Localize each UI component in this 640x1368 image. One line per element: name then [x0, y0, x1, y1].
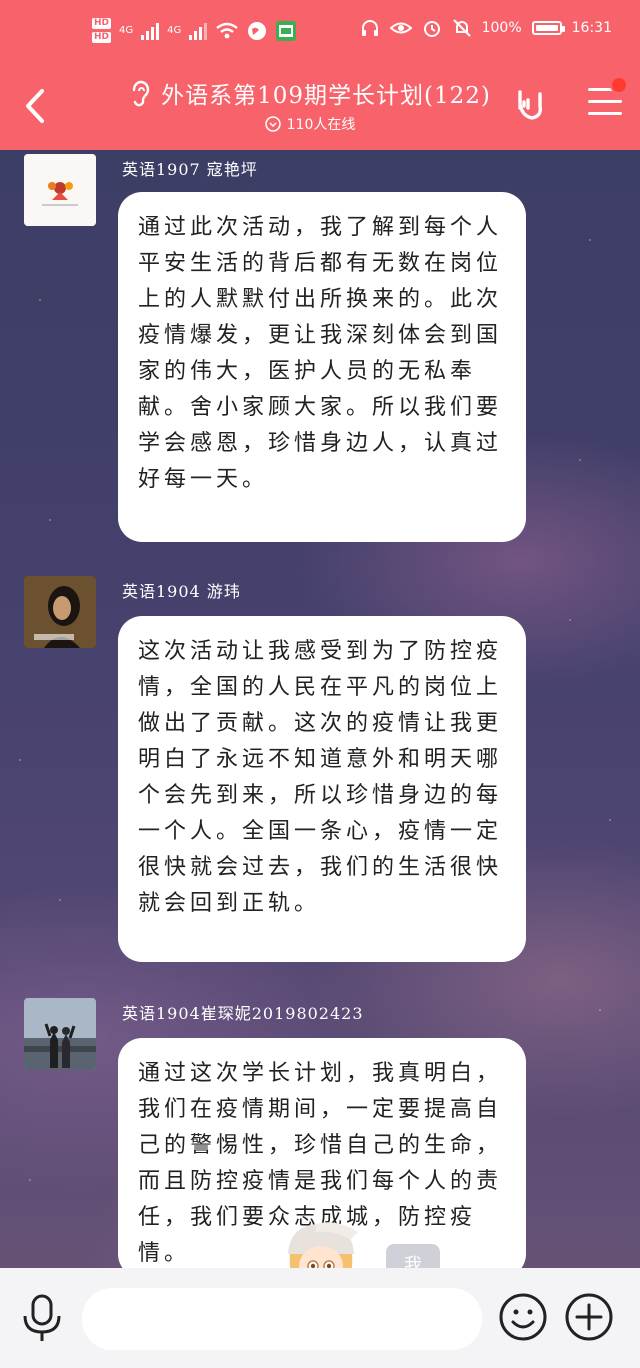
rock-hand-icon: [518, 90, 543, 120]
online-count: 110人在线: [110, 114, 510, 134]
title-bar: 外语系第109期学长计划(122) 110人在线: [0, 66, 640, 146]
headphone-icon: [361, 20, 378, 36]
clock: 16:31: [571, 20, 612, 36]
sender-name: 英语1904崔琛妮2019802423: [122, 1004, 364, 1023]
rock-hand-button[interactable]: [510, 86, 550, 126]
status-right: 100% 16:31: [360, 18, 612, 38]
sender-name: 英语1904 游玮: [122, 582, 241, 601]
chat-title-area[interactable]: 外语系第109期学长计划(122) 110人在线: [110, 76, 510, 134]
ear-icon: [132, 80, 150, 107]
more-button[interactable]: [564, 1292, 614, 1342]
mute-bell-icon: [452, 19, 471, 37]
microphone-icon: [23, 1294, 61, 1341]
avatar[interactable]: [24, 154, 96, 226]
voice-button[interactable]: [20, 1294, 64, 1344]
network-type-2: 4G: [167, 25, 182, 36]
status-left: HD HD 4G 4G: [92, 18, 297, 43]
avatar-photo-icon: [24, 576, 96, 648]
battery-percent: 100%: [481, 20, 522, 36]
input-bar: [0, 1268, 640, 1368]
app-notification-icon: [276, 20, 297, 41]
avatar[interactable]: [24, 998, 96, 1070]
header: HD HD 4G 4G 100% 16:31 外语系第109期学长计划(122)…: [0, 0, 640, 150]
signal-icon-2: [189, 22, 208, 40]
avatar-photo-icon: [24, 998, 96, 1070]
network-type-1: 4G: [119, 25, 134, 36]
status-bar: HD HD 4G 4G 100% 16:31: [0, 18, 640, 58]
message-bubble[interactable]: 通过此次活动，我了解到每个人平安生活的背后都有无数在岗位上的人默默付出所换来的。…: [118, 192, 526, 542]
plus-circle-icon: [565, 1293, 613, 1341]
emoji-button[interactable]: [498, 1292, 548, 1342]
alarm-icon: [423, 21, 440, 37]
sender-name: 英语1907 寇艳坪: [122, 160, 258, 179]
notification-dot: [610, 76, 628, 94]
hd-badge-2: HD: [92, 32, 112, 43]
wifi-icon: [216, 22, 239, 38]
message-bubble[interactable]: 这次活动让我感受到为了防控疫情，全国的人民在平凡的岗位上做出了贡献。这次的疫情让…: [118, 616, 526, 962]
avatar-cartoon-icon: [24, 154, 96, 226]
battery-icon: [531, 21, 565, 35]
hd-badge-1: HD: [92, 18, 112, 29]
smiley-icon: [499, 1293, 547, 1341]
eye-icon: [389, 22, 412, 34]
chat-title: 外语系第109期学长计划(122): [161, 83, 491, 109]
globe-icon: [248, 21, 267, 40]
online-count-label: 110人在线: [286, 117, 356, 133]
message-input[interactable]: [82, 1288, 482, 1350]
back-button[interactable]: [20, 86, 50, 126]
menu-button[interactable]: [588, 76, 628, 122]
online-chevron-icon: [264, 116, 281, 132]
chevron-left-icon: [26, 89, 44, 123]
signal-icon-1: [141, 22, 160, 40]
avatar[interactable]: [24, 576, 96, 648]
